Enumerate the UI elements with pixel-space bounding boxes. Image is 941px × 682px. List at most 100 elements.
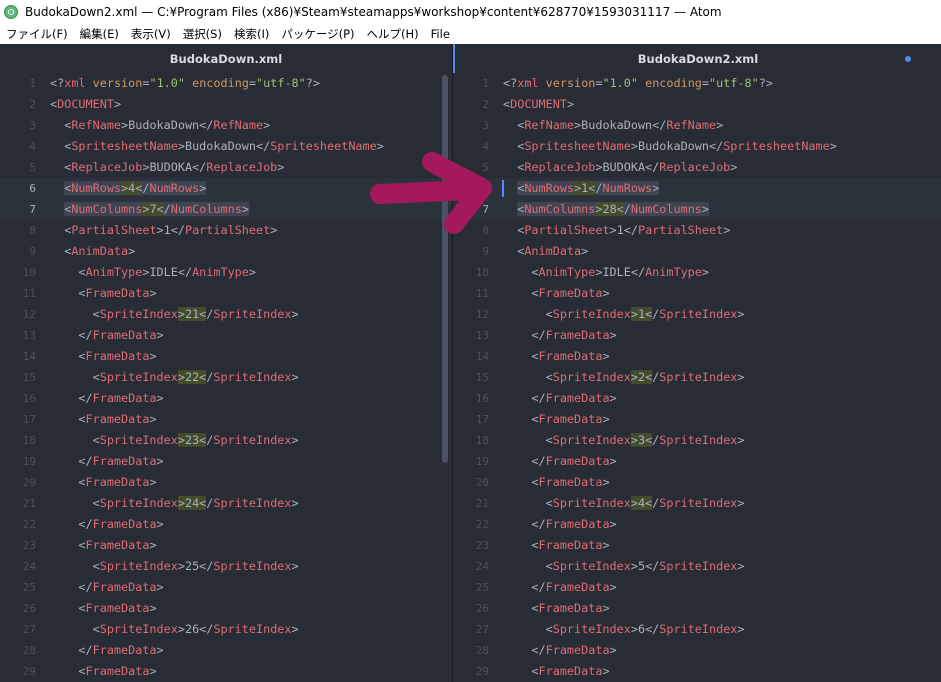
code-line[interactable]: 17 <FrameData> xyxy=(0,409,452,430)
line-number[interactable]: 17 xyxy=(0,409,36,430)
code-line[interactable]: 15 <SpriteIndex>2</SpriteIndex> xyxy=(453,367,941,388)
tab-budokadown-xml[interactable]: BudokaDown.xml xyxy=(0,44,452,73)
code-line[interactable]: 29 <FrameData> xyxy=(453,661,941,682)
code-line[interactable]: 21 <SpriteIndex>24</SpriteIndex> xyxy=(0,493,452,514)
line-number[interactable]: 4 xyxy=(0,136,36,157)
menu-item[interactable]: 選択(S) xyxy=(177,26,228,42)
code-line[interactable]: 25 </FrameData> xyxy=(0,577,452,598)
line-number[interactable]: 20 xyxy=(0,472,36,493)
line-number[interactable]: 24 xyxy=(453,556,489,577)
code-line[interactable]: 2 <DOCUMENT> xyxy=(453,94,941,115)
code-line[interactable]: 27 <SpriteIndex>26</SpriteIndex> xyxy=(0,619,452,640)
code-line[interactable]: 2 <DOCUMENT> xyxy=(0,94,452,115)
menu-item[interactable]: ヘルプ(H) xyxy=(361,26,425,42)
code-line[interactable]: 18 <SpriteIndex>3</SpriteIndex> xyxy=(453,430,941,451)
line-number[interactable]: 28 xyxy=(0,640,36,661)
code-line[interactable]: 13 </FrameData> xyxy=(0,325,452,346)
code-line[interactable]: 12 <SpriteIndex>21</SpriteIndex> xyxy=(0,304,452,325)
code-line[interactable]: 22 </FrameData> xyxy=(453,514,941,535)
code-line[interactable]: 23 <FrameData> xyxy=(453,535,941,556)
line-number[interactable]: 10 xyxy=(453,262,489,283)
line-number[interactable]: 12 xyxy=(453,304,489,325)
code-line[interactable]: 18 <SpriteIndex>23</SpriteIndex> xyxy=(0,430,452,451)
line-number[interactable]: 23 xyxy=(0,535,36,556)
code-line[interactable]: 13 </FrameData> xyxy=(453,325,941,346)
code-line[interactable]: 21 <SpriteIndex>4</SpriteIndex> xyxy=(453,493,941,514)
line-number[interactable]: 11 xyxy=(453,283,489,304)
code-line[interactable]: 28 </FrameData> xyxy=(0,640,452,661)
code-line[interactable]: 20 <FrameData> xyxy=(453,472,941,493)
menu-item[interactable]: パッケージ(P) xyxy=(275,26,360,42)
code-line[interactable]: 23 <FrameData> xyxy=(0,535,452,556)
line-number[interactable]: 14 xyxy=(453,346,489,367)
line-number[interactable]: 9 xyxy=(0,241,36,262)
code-line[interactable]: 16 </FrameData> xyxy=(453,388,941,409)
code-line[interactable]: 1 <?xml version="1.0" encoding="utf-8"?> xyxy=(453,73,941,94)
line-number[interactable]: 26 xyxy=(0,598,36,619)
line-number[interactable]: 29 xyxy=(453,661,489,682)
line-number[interactable]: 19 xyxy=(453,451,489,472)
line-number[interactable]: 15 xyxy=(453,367,489,388)
code-line[interactable]: 14 <FrameData> xyxy=(0,346,452,367)
code-line[interactable]: 26 <FrameData> xyxy=(453,598,941,619)
code-line[interactable]: 16 </FrameData> xyxy=(0,388,452,409)
line-number[interactable]: 11 xyxy=(0,283,36,304)
line-number[interactable]: 28 xyxy=(453,640,489,661)
line-number[interactable]: 22 xyxy=(0,514,36,535)
code-line[interactable]: 22 </FrameData> xyxy=(0,514,452,535)
code-line[interactable]: 4 <SpritesheetName>BudokaDown</Spriteshe… xyxy=(453,136,941,157)
modified-indicator-icon[interactable] xyxy=(905,56,911,62)
code-line[interactable]: 25 </FrameData> xyxy=(453,577,941,598)
code-line[interactable]: 26 <FrameData> xyxy=(0,598,452,619)
code-line[interactable]: 10 <AnimType>IDLE</AnimType> xyxy=(0,262,452,283)
line-number[interactable]: 27 xyxy=(0,619,36,640)
line-number[interactable]: 7 xyxy=(0,199,36,220)
menu-item[interactable]: File xyxy=(425,27,456,41)
code-line[interactable]: 19 </FrameData> xyxy=(0,451,452,472)
line-number[interactable]: 26 xyxy=(453,598,489,619)
code-line[interactable]: 5 <ReplaceJob>BUDOKA</ReplaceJob> xyxy=(453,157,941,178)
code-line[interactable]: 9 <AnimData> xyxy=(0,241,452,262)
code-line[interactable]: 12 <SpriteIndex>1</SpriteIndex> xyxy=(453,304,941,325)
menu-item[interactable]: 編集(E) xyxy=(74,26,125,42)
line-number[interactable]: 25 xyxy=(0,577,36,598)
menu-item[interactable]: ファイル(F) xyxy=(0,26,74,42)
vertical-scrollbar[interactable] xyxy=(442,75,448,463)
line-number[interactable]: 20 xyxy=(453,472,489,493)
code-line[interactable]: 14 <FrameData> xyxy=(453,346,941,367)
line-number[interactable]: 6 xyxy=(0,178,36,199)
line-number[interactable]: 9 xyxy=(453,241,489,262)
tab-budokadown2-xml[interactable]: BudokaDown2.xml xyxy=(453,44,941,73)
line-number[interactable]: 3 xyxy=(453,115,489,136)
line-number[interactable]: 1 xyxy=(0,73,36,94)
code-line[interactable]: 8 <PartialSheet>1</PartialSheet> xyxy=(453,220,941,241)
line-number[interactable]: 5 xyxy=(0,157,36,178)
line-number[interactable]: 22 xyxy=(453,514,489,535)
line-number[interactable]: 18 xyxy=(0,430,36,451)
code-line[interactable]: 10 <AnimType>IDLE</AnimType> xyxy=(453,262,941,283)
menu-item[interactable]: 表示(V) xyxy=(125,26,177,42)
code-line[interactable]: 20 <FrameData> xyxy=(0,472,452,493)
line-number[interactable]: 13 xyxy=(0,325,36,346)
line-number[interactable]: 10 xyxy=(0,262,36,283)
line-number[interactable]: 21 xyxy=(453,493,489,514)
code-line[interactable]: 9 <AnimData> xyxy=(453,241,941,262)
line-number[interactable]: 2 xyxy=(0,94,36,115)
code-line[interactable]: 6 <NumRows>1</NumRows> xyxy=(453,178,941,199)
line-number[interactable]: 29 xyxy=(0,661,36,682)
code-line[interactable]: 11 <FrameData> xyxy=(453,283,941,304)
code-line[interactable]: 28 </FrameData> xyxy=(453,640,941,661)
code-line[interactable]: 11 <FrameData> xyxy=(0,283,452,304)
menu-item[interactable]: 検索(I) xyxy=(228,26,275,42)
code-line[interactable]: 19 </FrameData> xyxy=(453,451,941,472)
code-line[interactable]: 27 <SpriteIndex>6</SpriteIndex> xyxy=(453,619,941,640)
line-number[interactable]: 21 xyxy=(0,493,36,514)
line-number[interactable]: 1 xyxy=(453,73,489,94)
code-line[interactable]: 24 <SpriteIndex>25</SpriteIndex> xyxy=(0,556,452,577)
line-number[interactable]: 24 xyxy=(0,556,36,577)
line-number[interactable]: 16 xyxy=(0,388,36,409)
line-number[interactable]: 14 xyxy=(0,346,36,367)
code-line[interactable]: 15 <SpriteIndex>22</SpriteIndex> xyxy=(0,367,452,388)
line-number[interactable]: 13 xyxy=(453,325,489,346)
code-line[interactable]: 7 <NumColumns>28</NumColumns> xyxy=(453,199,941,220)
